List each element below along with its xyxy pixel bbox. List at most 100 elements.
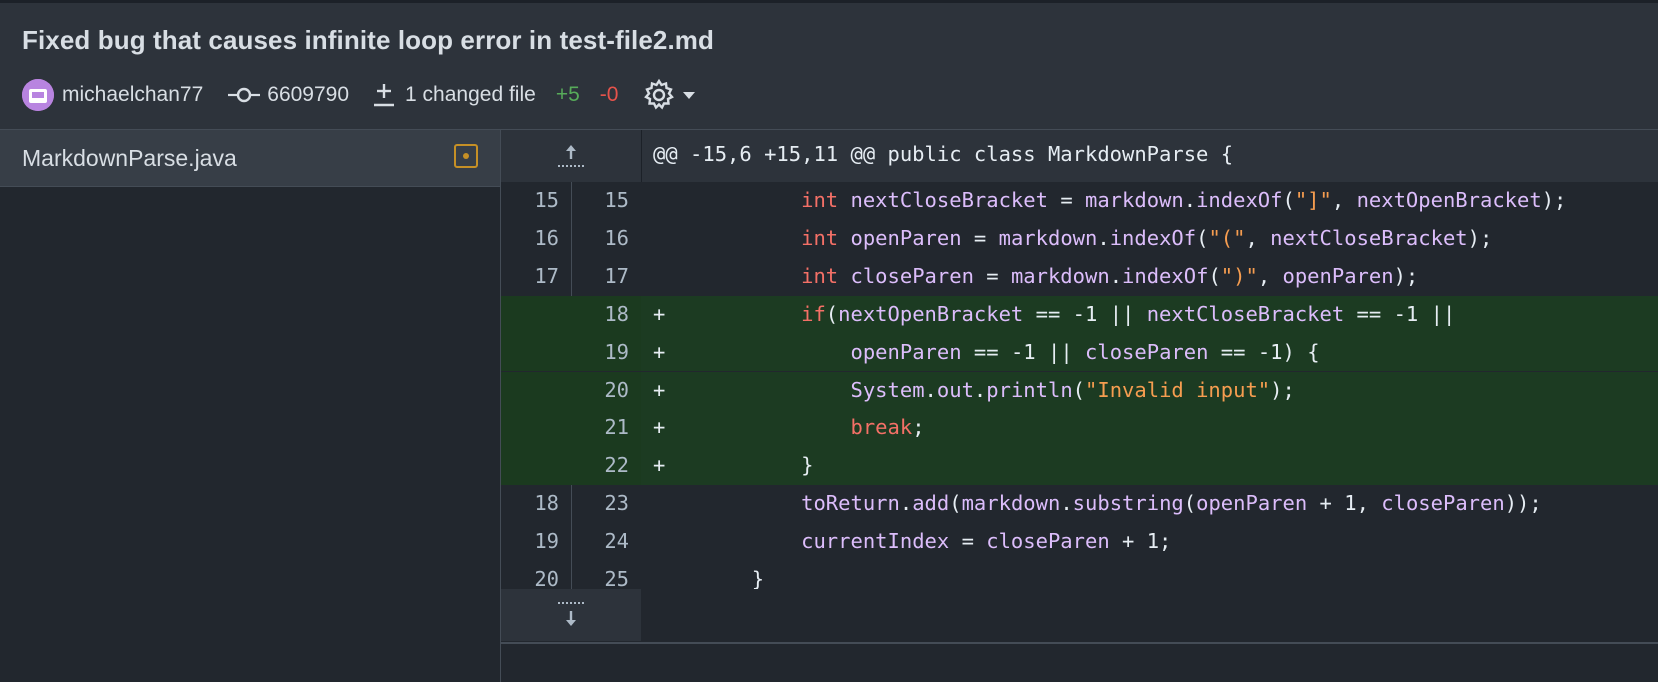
code-token: , [1331, 188, 1345, 212]
old-line-number[interactable] [501, 372, 559, 412]
hunk-header: @@ -15,6 +15,11 @@ public class Markdown… [653, 142, 1234, 166]
new-line-number[interactable]: 16 [571, 220, 629, 260]
code-token: -1) [1257, 339, 1295, 364]
old-line-number[interactable]: 18 [501, 485, 559, 525]
old-line-number[interactable] [501, 409, 559, 449]
code-token: . [1109, 263, 1123, 288]
code-token: markdown [1085, 188, 1184, 212]
settings-dropdown[interactable] [642, 78, 698, 112]
deletions-count: -0 [599, 83, 619, 106]
expand-down-icon[interactable] [557, 599, 585, 629]
code-line: toReturn.add(markdown.substring(openPare… [653, 485, 1542, 525]
code-token: int [801, 188, 839, 212]
code-token: . [973, 377, 987, 402]
code-token: nextOpenBracket [838, 301, 1024, 326]
code-token: -1 [1393, 301, 1419, 326]
code-line: break; [653, 409, 925, 449]
code-token: openParen [850, 225, 962, 250]
code-token: break [850, 415, 913, 440]
code-token: ( [825, 301, 839, 326]
code-token: openParen [1196, 491, 1308, 516]
code-token: ( [1282, 188, 1295, 212]
code-token: System [850, 377, 925, 402]
code-token: ); [1467, 225, 1493, 250]
code-token: closeParen [1085, 339, 1209, 364]
code-token: out [936, 377, 974, 402]
code-token: closeParen [850, 263, 974, 288]
new-line-number[interactable]: 19 [571, 334, 629, 374]
code-token: . [924, 377, 937, 402]
old-line-number[interactable] [501, 447, 559, 487]
old-line-number[interactable]: 16 [501, 220, 559, 260]
code-token: == [1220, 339, 1246, 364]
code-line: int openParen = markdown.indexOf("(", ne… [653, 220, 1492, 260]
code-token: . [1060, 491, 1073, 516]
code-token: 1; [1146, 529, 1172, 554]
old-line-number[interactable]: 19 [501, 523, 559, 563]
chevron-down-icon [683, 92, 696, 99]
old-line-number[interactable]: 15 [501, 182, 559, 222]
code-token: toReturn [801, 491, 900, 516]
new-line-number[interactable]: 22 [571, 447, 629, 487]
new-line-number[interactable]: 24 [571, 523, 629, 563]
code-token: . [1183, 188, 1197, 212]
commit-sha[interactable]: 6609790 [267, 83, 349, 107]
code-token: substring [1072, 491, 1184, 516]
code-token: = [1060, 188, 1073, 212]
old-line-number[interactable] [501, 334, 559, 374]
file-tree-item[interactable]: MarkdownParse.java [0, 130, 500, 187]
old-line-number[interactable]: 17 [501, 258, 559, 298]
expand-up-icon[interactable] [557, 142, 585, 170]
code-token: = [973, 225, 987, 250]
avatar[interactable] [22, 79, 54, 111]
code-token: { [1307, 339, 1320, 364]
file-tree: MarkdownParse.java [0, 130, 501, 682]
code-token: ; [912, 415, 925, 440]
author-name[interactable]: michaelchan77 [62, 83, 203, 107]
code-token: int [801, 263, 839, 288]
new-line-number[interactable]: 23 [571, 485, 629, 525]
code-token: currentIndex [801, 529, 950, 554]
gear-icon [644, 78, 675, 110]
code-token: = [961, 529, 974, 554]
new-line-number[interactable]: 15 [571, 182, 629, 222]
new-line-number[interactable]: 20 [571, 372, 629, 412]
code-line: int nextCloseBracket = markdown.indexOf(… [653, 182, 1566, 222]
diff-line-context: 16 16 int openParen = markdown.indexOf("(… [501, 219, 1658, 260]
code-token: . [1097, 225, 1110, 250]
old-line-number[interactable] [501, 296, 559, 336]
code-token: int [801, 225, 839, 250]
new-line-number[interactable]: 17 [571, 258, 629, 298]
file-name: MarkdownParse.java [22, 144, 237, 171]
commit-meta: michaelchan77 6609790 1 changed file +5 … [22, 75, 698, 115]
code-line: if(nextOpenBracket == -1 || nextCloseBra… [653, 296, 1455, 336]
code-token: ); [1541, 188, 1567, 212]
code-token: closeParen [986, 529, 1110, 554]
code-token: } [751, 567, 765, 591]
code-token: nextCloseBracket [850, 188, 1048, 212]
expand-row [501, 589, 1658, 641]
new-line-number[interactable]: 21 [571, 409, 629, 449]
new-line-number[interactable]: 18 [571, 296, 629, 336]
